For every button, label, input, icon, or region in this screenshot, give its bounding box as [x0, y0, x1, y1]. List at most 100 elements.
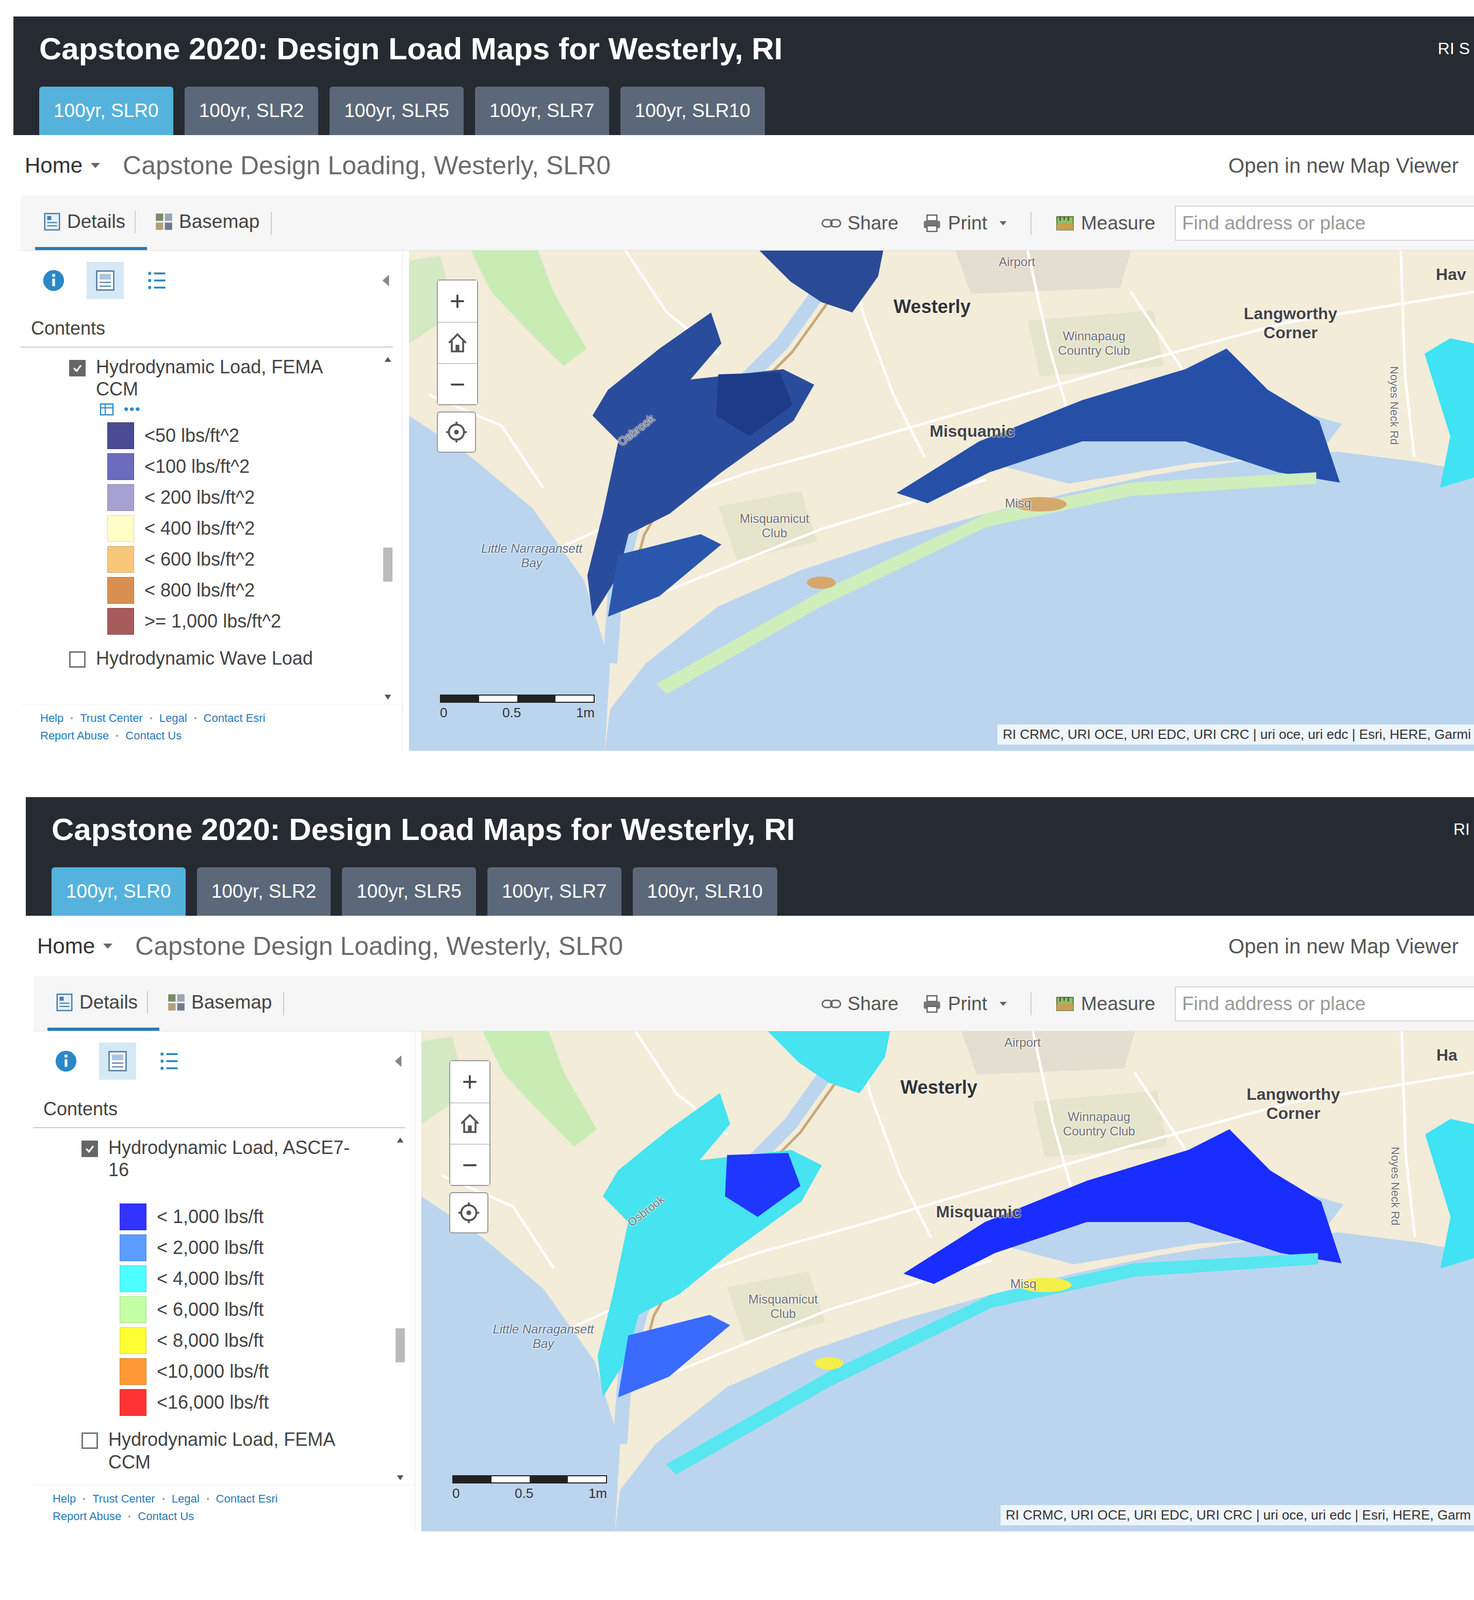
header-link[interactable]: RI [1453, 820, 1470, 840]
search-field[interactable]: Find address or place [1174, 986, 1474, 1022]
locate-button[interactable] [436, 411, 477, 453]
tab[interactable]: 100yr, SLR0 [39, 86, 174, 136]
footer-link[interactable]: Trust Center [79, 711, 143, 726]
footer-link[interactable]: Report Abuse [40, 729, 109, 743]
scroll-thumb[interactable] [395, 1328, 405, 1363]
collapse-icon[interactable] [394, 1054, 403, 1069]
scrollbar[interactable] [394, 1133, 407, 1485]
zoom-out-button[interactable]: − [450, 1143, 490, 1186]
footer-link[interactable]: Report Abuse [52, 1510, 122, 1524]
scroll-up-icon[interactable] [396, 1136, 405, 1144]
sidebar: ContentsHydrodynamic Load, ASCE7-16< 1,0… [33, 1031, 416, 1532]
footer-link[interactable]: Legal [159, 711, 188, 726]
tab[interactable]: 100yr, SLR10 [620, 86, 765, 136]
pane-button[interactable] [47, 1042, 85, 1080]
app-title: Capstone 2020: Design Load Maps for West… [51, 811, 795, 848]
footer-link[interactable]: Contact Esri [203, 711, 266, 726]
layer-checkbox[interactable] [81, 1432, 98, 1450]
home-button[interactable] [437, 321, 478, 364]
footer-link[interactable]: Help [52, 1492, 76, 1506]
layer-list: Hydrodynamic Load, ASCE7-16< 1,000 lbs/f… [33, 1133, 395, 1485]
layer-name[interactable]: Hydrodynamic Load, FEMA CCM [108, 1428, 351, 1473]
check-icon [84, 1143, 96, 1155]
layer-checkbox[interactable] [81, 1140, 98, 1158]
map-label: Airport [998, 254, 1036, 270]
tab[interactable]: 100yr, SLR7 [487, 867, 622, 916]
scroll-down-icon[interactable] [383, 693, 392, 701]
map-label: Misquamic [936, 1202, 1022, 1222]
pane-button[interactable] [35, 261, 73, 300]
more-button[interactable]: ••• [123, 401, 141, 418]
pane-button[interactable] [150, 1042, 188, 1080]
caret-icon[interactable] [90, 162, 101, 169]
share-button[interactable]: Share [817, 993, 903, 1015]
home-menu[interactable]: Home [24, 153, 83, 178]
zoom-in-button[interactable]: + [450, 1061, 490, 1103]
tab[interactable]: 100yr, SLR2 [184, 86, 319, 136]
toolbar-tab[interactable]: Details [35, 196, 147, 251]
scroll-up-icon[interactable] [383, 355, 392, 364]
footer-link[interactable]: Legal [171, 1492, 200, 1506]
layer-checkbox[interactable] [69, 651, 86, 668]
search-field[interactable]: Find address or place [1174, 205, 1474, 241]
footer-link[interactable]: Contact Us [137, 1510, 194, 1524]
scrollbar[interactable] [381, 352, 395, 704]
home-menu[interactable]: Home [37, 934, 95, 959]
measure-icon [1055, 994, 1075, 1014]
print-button[interactable]: Print [918, 212, 1011, 235]
tab[interactable]: 100yr, SLR0 [51, 867, 186, 916]
footer-link[interactable]: Contact Esri [216, 1492, 278, 1506]
legend-swatch [119, 1203, 147, 1231]
zoom-in-button[interactable]: + [437, 280, 478, 322]
tab[interactable]: 100yr, SLR10 [632, 867, 778, 916]
tab[interactable]: 100yr, SLR2 [197, 867, 332, 916]
footer-link[interactable]: Help [40, 711, 64, 726]
map-title: Capstone Design Loading, Westerly, SLR0 [122, 150, 611, 181]
pane-button[interactable] [86, 261, 124, 300]
open-viewer-link[interactable]: Open in new Map Viewer [1228, 154, 1459, 178]
toolbar-tab[interactable]: Details [47, 977, 160, 1031]
legend-swatch [107, 484, 135, 512]
table-icon[interactable] [99, 401, 115, 418]
zoom-out-button[interactable]: − [437, 363, 478, 405]
tab[interactable]: 100yr, SLR5 [329, 86, 464, 136]
scroll-down-icon[interactable] [396, 1474, 405, 1482]
measure-button[interactable]: Measure [1051, 212, 1160, 235]
open-viewer-link[interactable]: Open in new Map Viewer [1228, 935, 1459, 959]
tab[interactable]: 100yr, SLR7 [475, 86, 610, 136]
map[interactable]: WesterlyAirportWinnapaug Country ClubLan… [408, 250, 1474, 751]
collapse-icon[interactable] [381, 273, 390, 288]
layer-name[interactable]: Hydrodynamic Load, ASCE7-16 [108, 1136, 351, 1182]
app-title: Capstone 2020: Design Load Maps for West… [39, 30, 783, 67]
layer-checkbox[interactable] [69, 359, 86, 377]
tab[interactable]: 100yr, SLR5 [341, 867, 477, 916]
locate-button[interactable] [449, 1192, 489, 1234]
legend-swatch [107, 608, 135, 635]
sidebar: ContentsHydrodynamic Load, FEMA CCM•••<5… [20, 250, 403, 751]
share-button[interactable]: Share [817, 212, 903, 235]
layer: Hydrodynamic Load, ASCE7-16< 1,000 lbs/f… [33, 1133, 395, 1419]
map[interactable]: WesterlyAirportWinnapaug Country ClubLan… [421, 1031, 1474, 1532]
toolbar-tab[interactable]: Basemap [146, 196, 267, 251]
home-button[interactable] [450, 1102, 490, 1144]
legend-item: >= 1,000 lbs/ft^2 [69, 606, 382, 637]
title-bar: HomeCapstone Design Loading, Westerly, S… [25, 915, 1474, 977]
layer-name[interactable]: Hydrodynamic Load, FEMA CCM [95, 355, 339, 401]
toolbar-tab[interactable]: Basemap [159, 977, 280, 1031]
print-button[interactable]: Print [918, 993, 1011, 1015]
caret-icon[interactable] [103, 943, 113, 949]
pane-button[interactable] [99, 1042, 137, 1080]
layer-name[interactable]: Hydrodynamic Wave Load [95, 647, 314, 670]
pane-button[interactable] [138, 261, 176, 300]
legend-swatch [119, 1265, 147, 1293]
footer-link[interactable]: Contact Us [125, 729, 182, 743]
map-label: Misq [1010, 1276, 1037, 1292]
home-icon [446, 331, 469, 355]
details-icon [42, 211, 62, 232]
measure-button[interactable]: Measure [1051, 993, 1160, 1015]
separator [270, 211, 272, 235]
scroll-thumb[interactable] [383, 547, 393, 582]
footer-link[interactable]: Trust Center [92, 1492, 155, 1506]
header-link[interactable]: RI S [1437, 39, 1470, 59]
legend-swatch [119, 1389, 147, 1417]
